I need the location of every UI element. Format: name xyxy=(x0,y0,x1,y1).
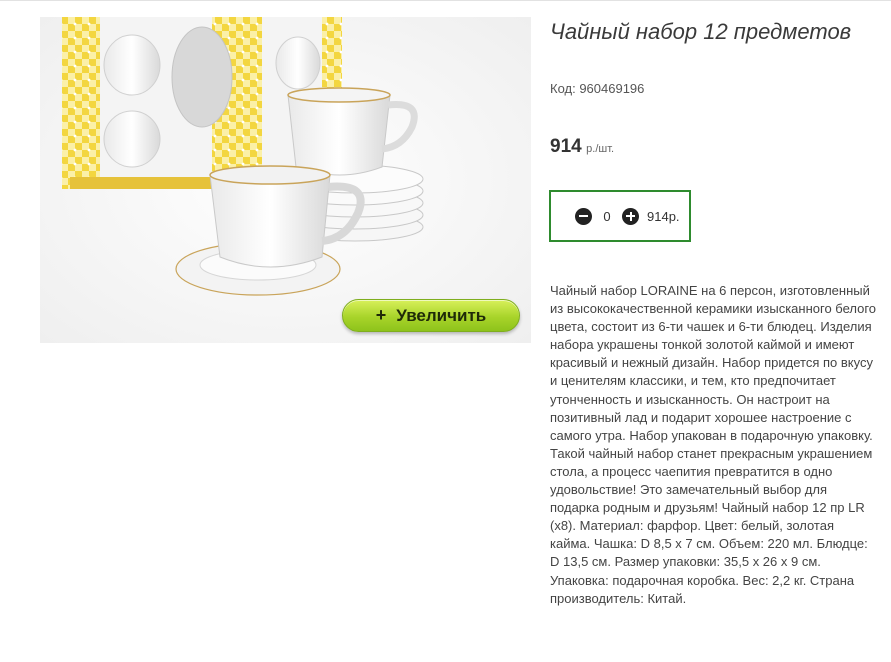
quantity-value: 0 xyxy=(603,208,611,224)
zoom-plus-icon: + xyxy=(375,305,387,325)
top-divider xyxy=(0,0,891,1)
product-description: Чайный набор LORAINE на 6 персон, изгото… xyxy=(550,283,877,606)
total-price: 914р. xyxy=(647,208,680,224)
product-price: 914 р./шт. xyxy=(550,136,614,158)
minus-circle-icon[interactable] xyxy=(575,207,592,225)
price-unit: р./шт. xyxy=(586,143,615,155)
product-title: Чайный набор 12 предметов xyxy=(550,19,852,44)
tea-set-illustration xyxy=(40,17,531,343)
quantity-control: 0 914р. xyxy=(549,190,691,242)
plus-circle-icon[interactable] xyxy=(622,207,639,225)
zoom-button-label: Увеличить xyxy=(396,305,487,325)
zoom-button[interactable]: + Увеличить xyxy=(342,299,520,332)
product-image[interactable]: + Увеличить xyxy=(40,17,531,343)
product-sku: Код: 960469196 xyxy=(550,81,645,96)
price-value: 914 xyxy=(550,136,582,157)
